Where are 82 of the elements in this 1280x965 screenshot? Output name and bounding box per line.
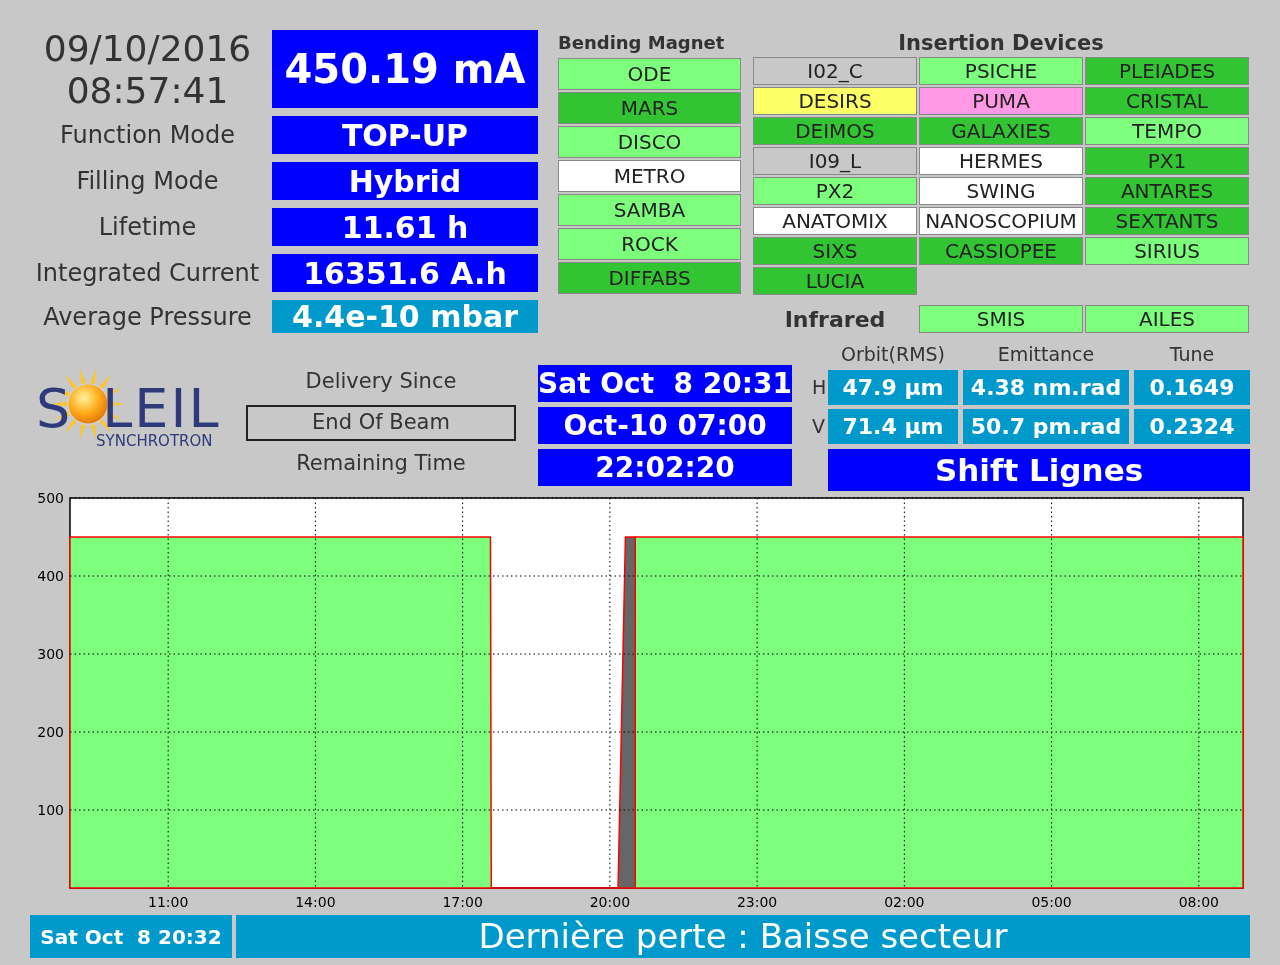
beamline-status: SAMBA: [558, 194, 741, 226]
x-tick-label: 23:00: [736, 894, 778, 910]
beamline-status: LUCIA: [753, 267, 917, 295]
y-tick-label: 100: [37, 802, 64, 818]
parameter-value: 4.4e-10 mbar: [272, 300, 538, 333]
beamline-status: DIFFABS: [558, 262, 741, 294]
y-tick-label: 400: [37, 568, 64, 584]
delivery-label: End Of Beam: [246, 405, 516, 441]
column-header: Emittance: [996, 342, 1096, 366]
parameter-value: Hybrid: [272, 162, 538, 200]
beamline-status: ANTARES: [1085, 177, 1249, 205]
beamline-status: SMIS: [919, 305, 1083, 333]
y-tick-label: 200: [37, 724, 64, 740]
x-tick-label: 08:00: [1178, 894, 1219, 910]
beamline-status: NANOSCOPIUM: [919, 207, 1083, 235]
beamline-status: I09_L: [753, 147, 917, 175]
beamline-status: CASSIOPEE: [919, 237, 1083, 265]
delivery-label: Remaining Time: [295, 450, 467, 478]
time-text: 08:57:41: [66, 70, 229, 112]
column-header: Orbit(RMS): [839, 342, 946, 366]
plane-label: V: [812, 414, 826, 440]
beamline-status: ROCK: [558, 228, 741, 260]
beam-stat-value: 71.4 µm: [828, 409, 958, 444]
y-tick-label: 500: [37, 490, 64, 506]
logo-text: S: [36, 382, 73, 436]
beam-stat-value: 0.2324: [1134, 409, 1250, 444]
beamline-status: DESIRS: [753, 87, 917, 115]
delivery-value: 22:02:20: [538, 449, 792, 486]
column-header: Tune: [1168, 342, 1216, 366]
delivery-label: Delivery Since: [304, 368, 458, 396]
beam-stat-value: 4.38 nm.rad: [963, 370, 1129, 405]
beamline-status: METRO: [558, 160, 741, 192]
beamline-status: PLEIADES: [1085, 57, 1249, 85]
status-time: Sat Oct 8 20:32: [30, 915, 232, 958]
beamline-status: PUMA: [919, 87, 1083, 115]
beamline-status: DISCO: [558, 126, 741, 158]
section-title: Infrared: [783, 305, 887, 333]
x-tick-label: 17:00: [442, 894, 483, 910]
beamline-status: ANATOMIX: [753, 207, 917, 235]
plane-label: H: [812, 375, 828, 401]
x-tick-label: 20:00: [589, 894, 631, 910]
beamline-status: PX1: [1085, 147, 1249, 175]
beam-stat-value: 50.7 pm.rad: [963, 409, 1129, 444]
delivery-value: Oct-10 07:00: [538, 407, 792, 444]
beamline-status: SIXS: [753, 237, 917, 265]
beamline-status: I02_C: [753, 57, 917, 85]
section-title: Insertion Devices: [897, 30, 1105, 56]
status-message: Dernière perte : Baisse secteur: [236, 915, 1250, 958]
beamline-status: SWING: [919, 177, 1083, 205]
x-tick-label: 05:00: [1031, 894, 1072, 910]
delivery-value: Sat Oct 8 20:31: [538, 365, 792, 402]
beamline-status: SIRIUS: [1085, 237, 1249, 265]
beamline-status: PX2: [753, 177, 917, 205]
x-tick-label: 02:00: [884, 894, 925, 910]
beamline-status: ODE: [558, 58, 741, 90]
y-tick-label: 300: [37, 646, 64, 662]
parameter-label: Average Pressure: [42, 301, 253, 333]
parameter-value: 16351.6 A.h: [272, 254, 538, 292]
logo-subtitle: SYNCHROTRON: [96, 434, 214, 449]
beam-stat-value: 0.1649: [1134, 370, 1250, 405]
beamline-status: CRISTAL: [1085, 87, 1249, 115]
beamline-status: TEMPO: [1085, 117, 1249, 145]
beamline-status: AILES: [1085, 305, 1249, 333]
beamline-status: MARS: [558, 92, 741, 124]
parameter-value: TOP-UP: [272, 116, 538, 154]
x-tick-label: 11:00: [148, 894, 189, 910]
beamline-status: DEIMOS: [753, 117, 917, 145]
beam-current-display: 450.19 mA: [272, 30, 538, 108]
parameter-label: Lifetime: [97, 212, 198, 243]
beam-stat-value: 47.9 µm: [828, 370, 958, 405]
parameter-label: Integrated Current: [34, 258, 261, 289]
section-title: Bending Magnet: [558, 31, 726, 55]
parameter-label: Function Mode: [58, 120, 237, 151]
beamline-status: SEXTANTS: [1085, 207, 1249, 235]
beamline-status: PSICHE: [919, 57, 1083, 85]
shift-display: Shift Lignes: [828, 449, 1250, 491]
beamline-status: HERMES: [919, 147, 1083, 175]
parameter-value: 11.61 h: [272, 208, 538, 246]
date-text: 09/10/2016: [43, 28, 252, 70]
beamline-status: GALAXIES: [919, 117, 1083, 145]
x-tick-label: 14:00: [295, 894, 336, 910]
parameter-label: Filling Mode: [75, 166, 220, 197]
